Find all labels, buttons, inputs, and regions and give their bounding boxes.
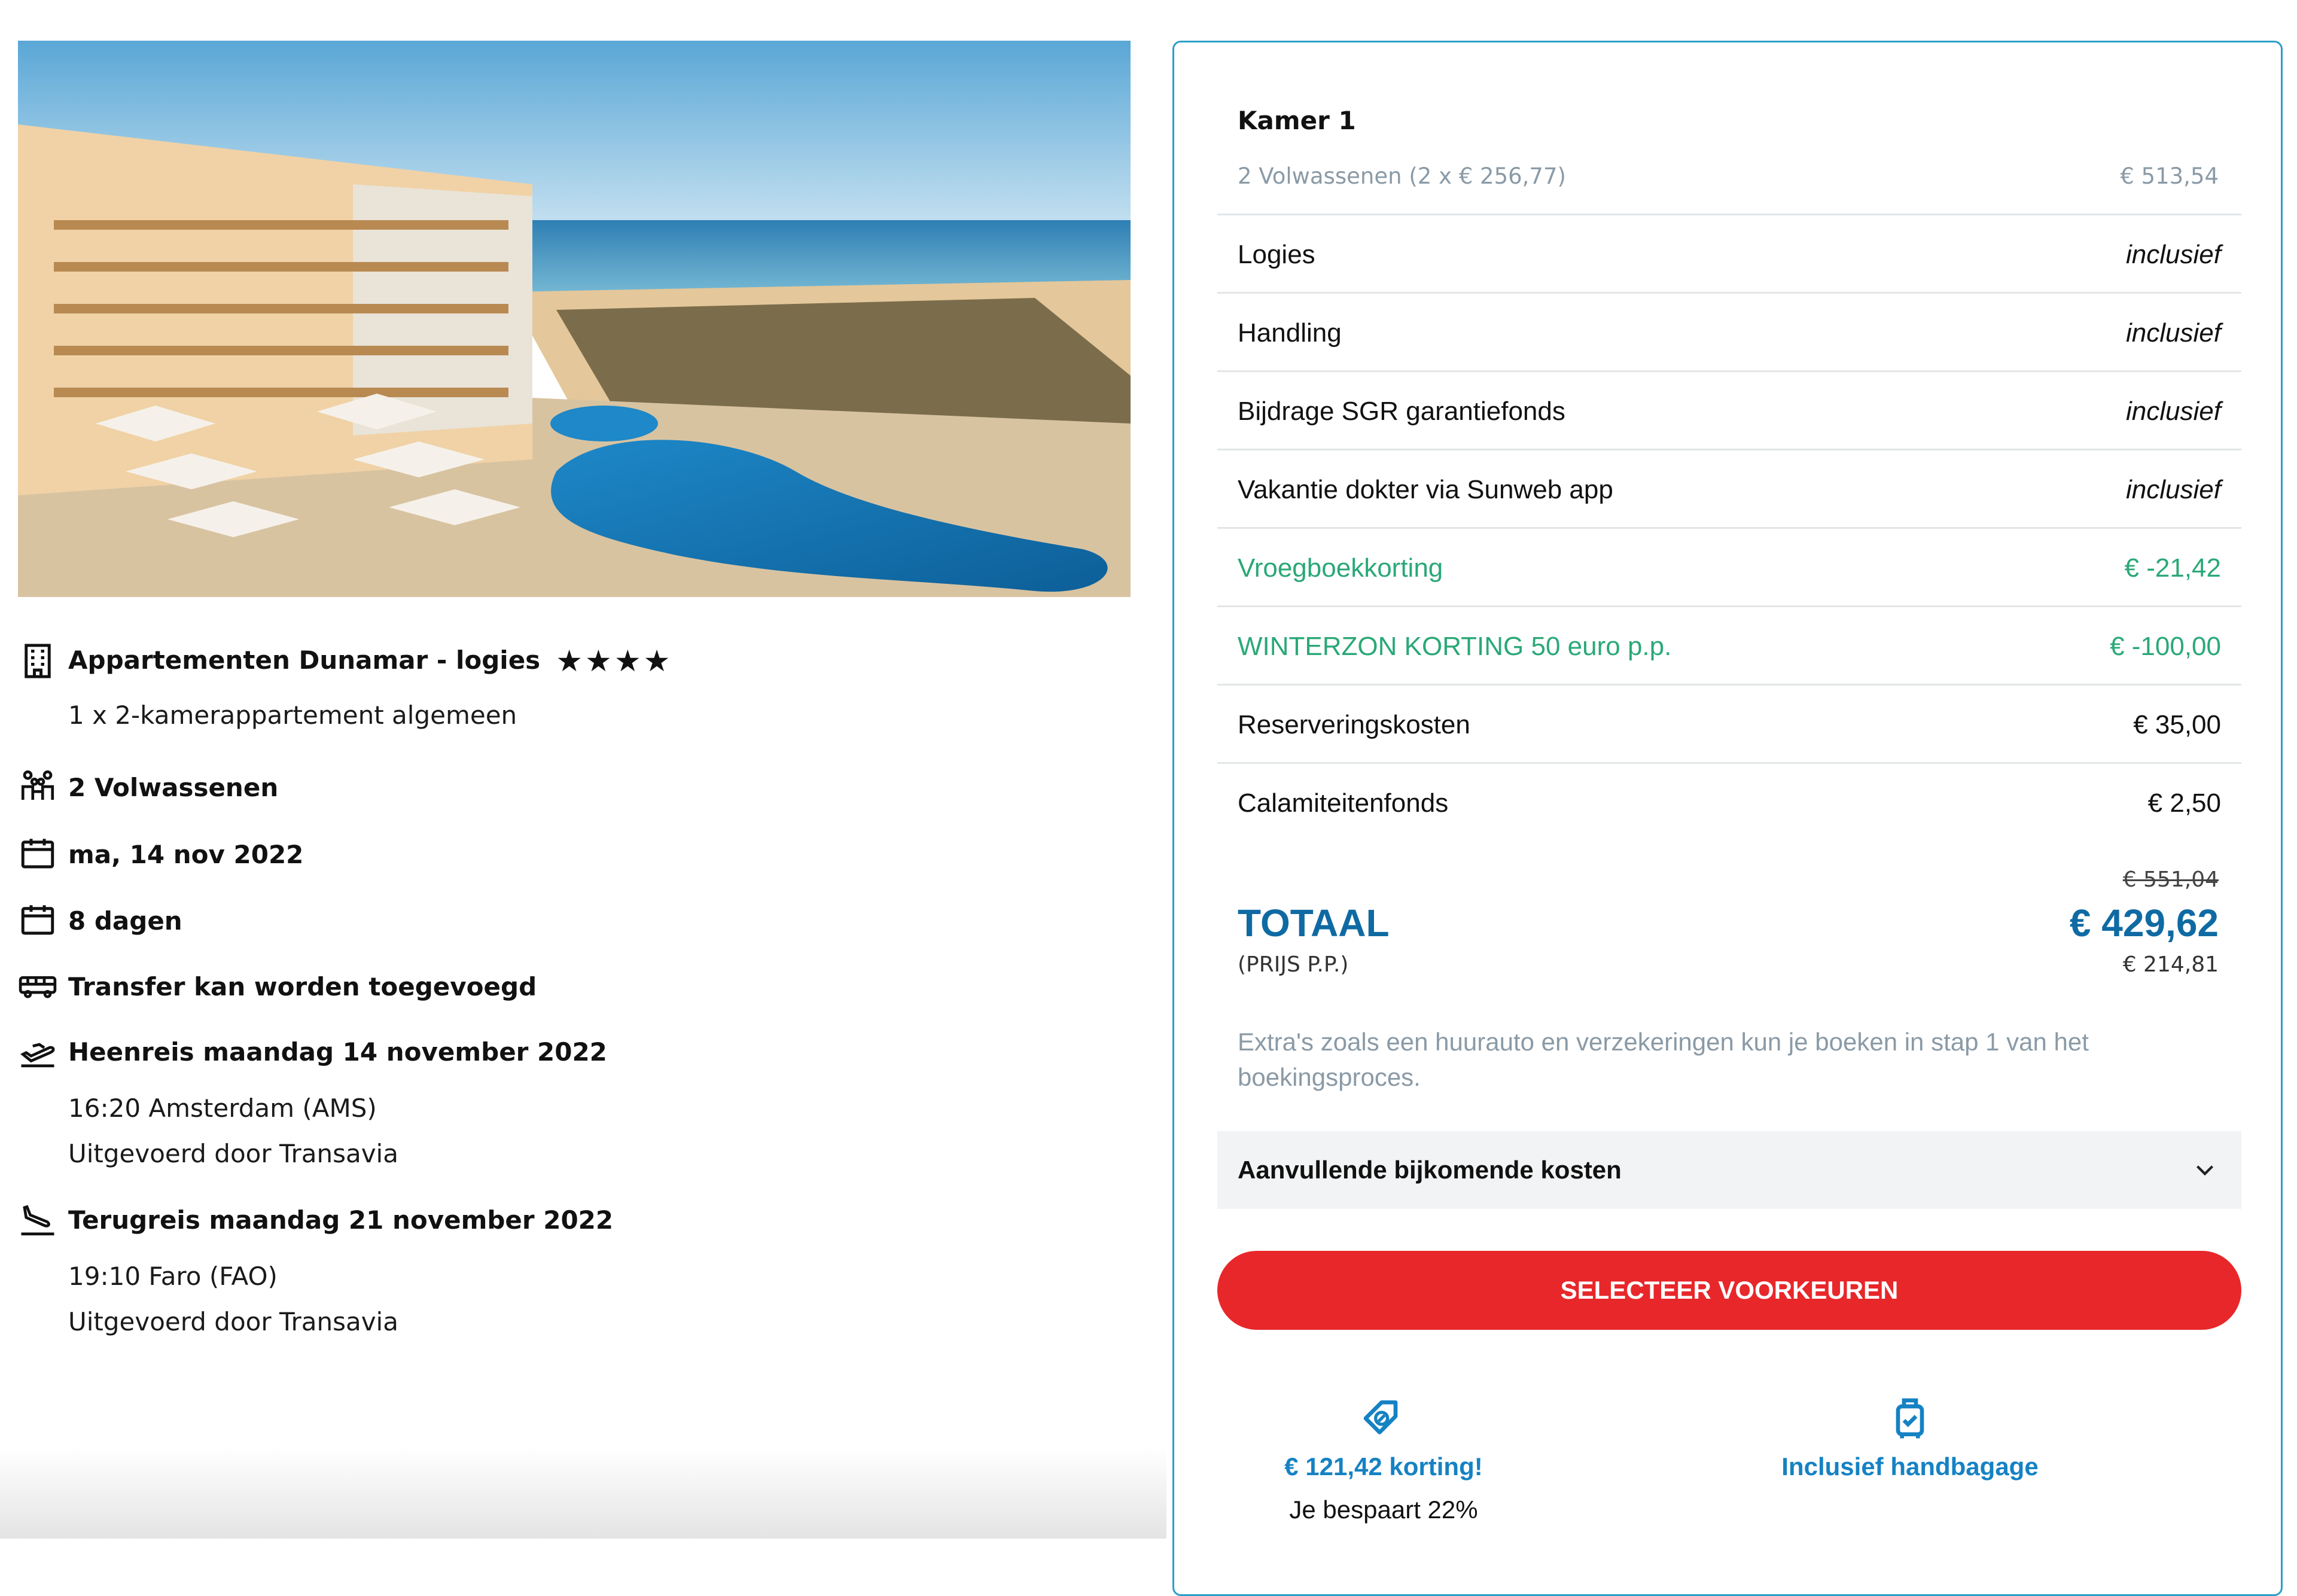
outbound-time: 16:20 Amsterdam (AMS) — [68, 1094, 377, 1123]
bus-icon — [18, 966, 57, 1006]
row-label: Vakantie dokter via Sunweb app — [1238, 475, 1613, 504]
row-value: € 35,00 — [2133, 710, 2221, 739]
row-label: Calamiteitenfonds — [1238, 788, 1449, 818]
row-value: inclusief — [2126, 475, 2221, 504]
room-title: Kamer 1 — [1238, 106, 1356, 135]
price-row: Bijdrage SGR garantiefonds inclusief — [1217, 370, 2241, 449]
row-label: WINTERZON KORTING 50 euro p.p. — [1238, 632, 1672, 661]
price-breakdown: Logies inclusief Handling inclusief Bijd… — [1217, 214, 2241, 840]
total-label: TOTAAL — [1238, 901, 1390, 945]
per-person-label: (PRIJS P.P.) — [1238, 952, 1349, 977]
per-person-price: € 214,81 — [2122, 952, 2219, 977]
return-title: Terugreis maandag 21 november 2022 — [68, 1205, 614, 1235]
row-value: inclusief — [2126, 318, 2221, 348]
row-label: Logies — [1238, 240, 1315, 269]
price-row: Reserveringskosten € 35,00 — [1217, 684, 2241, 762]
handbaggage-perk-title: Inclusief handbagage — [1781, 1452, 2039, 1481]
room-price: € 513,54 — [2120, 163, 2219, 189]
return-carrier: Uitgevoerd door Transavia — [68, 1307, 398, 1336]
old-total-price: € 551,04 — [2122, 867, 2219, 892]
extras-note: Extra's zoals een huurauto en verzekerin… — [1238, 1028, 2089, 1091]
row-value: inclusief — [2126, 240, 2221, 269]
select-preferences-button[interactable]: SELECTEER VOORKEUREN — [1217, 1251, 2241, 1330]
row-value: € -21,42 — [2124, 553, 2221, 583]
outbound-title: Heenreis maandag 14 november 2022 — [68, 1037, 607, 1067]
calendar-icon — [18, 834, 57, 873]
transfer-text: Transfer kan worden toegevoegd — [68, 972, 537, 1001]
row-label: Bijdrage SGR garantiefonds — [1238, 397, 1565, 426]
hotel-image[interactable] — [18, 41, 1131, 597]
discount-perk-title: € 121,42 korting! — [1284, 1452, 1483, 1481]
date-text: ma, 14 nov 2022 — [68, 840, 304, 869]
discount-row: Vroegboekkorting € -21,42 — [1217, 527, 2241, 605]
row-label: Vroegboekkorting — [1238, 553, 1443, 583]
building-icon — [18, 641, 57, 681]
outbound-carrier: Uitgevoerd door Transavia — [68, 1139, 398, 1168]
travelers-text: 2 Volwassenen — [68, 773, 279, 802]
people-icon — [18, 767, 57, 806]
discount-tag-icon — [1363, 1400, 1398, 1434]
duration-text: 8 dagen — [68, 906, 182, 936]
plane-landing-icon — [18, 1199, 57, 1239]
chevron-down-icon — [2197, 1165, 2213, 1176]
star-rating: ★★★★ — [556, 644, 673, 678]
plane-takeoff-icon — [18, 1031, 57, 1071]
luggage-check-icon — [1896, 1398, 1924, 1439]
row-label: Reserveringskosten — [1238, 710, 1470, 739]
hotel-name-text: Appartementen Dunamar - logies — [68, 645, 541, 675]
return-time: 19:10 Faro (FAO) — [68, 1262, 278, 1291]
row-value: € -100,00 — [2110, 632, 2221, 661]
price-row: Handling inclusief — [1217, 292, 2241, 370]
handbaggage-perk: Inclusief handbagage — [1701, 1394, 2119, 1479]
price-row: Logies inclusief — [1217, 214, 2241, 292]
row-label: Handling — [1238, 318, 1342, 348]
total-price: € 429,62 — [2069, 901, 2219, 945]
room-type: 1 x 2-kamerappartement algemeen — [68, 700, 517, 730]
discount-row: WINTERZON KORTING 50 euro p.p. € -100,00 — [1217, 605, 2241, 684]
price-row: Calamiteitenfonds € 2,50 — [1217, 762, 2241, 840]
discount-perk-sub: Je bespaart 22% — [1289, 1496, 1478, 1524]
additional-costs-accordion[interactable]: Aanvullende bijkomende kosten — [1217, 1131, 2241, 1209]
discount-perk: € 121,42 korting! Je bespaart 22% — [1174, 1394, 1593, 1522]
row-value: inclusief — [2126, 397, 2221, 426]
row-value: € 2,50 — [2147, 788, 2221, 818]
hotel-name[interactable]: Appartementen Dunamar - logies ★★★★ — [68, 646, 672, 676]
hotel-photo — [18, 41, 1131, 597]
bottom-fade — [0, 1448, 1166, 1539]
room-occupancy: 2 Volwassenen (2 x € 256,77) — [1238, 163, 1566, 189]
price-row: Vakantie dokter via Sunweb app inclusief — [1217, 449, 2241, 527]
calendar-icon — [18, 900, 57, 940]
price-panel: Kamer 1 2 Volwassenen (2 x € 256,77) € 5… — [1172, 41, 2283, 1596]
accordion-label: Aanvullende bijkomende kosten — [1238, 1156, 1622, 1184]
